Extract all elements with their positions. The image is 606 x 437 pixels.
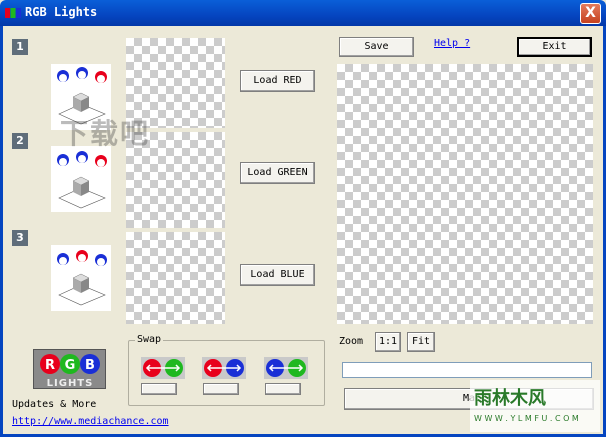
app-icon [5, 8, 21, 18]
window-title: RGB Lights [25, 5, 98, 19]
combined-preview-canvas[interactable] [337, 64, 593, 324]
exit-button[interactable]: Exit [517, 37, 592, 57]
blue-light-thumbnail [51, 245, 111, 311]
zoom-fit-button[interactable]: Fit [407, 332, 435, 352]
swap-blue-green-button[interactable] [265, 383, 301, 395]
swap-legend: Swap [135, 334, 164, 345]
green-light-thumbnail [51, 146, 111, 212]
output-filename-field[interactable] [342, 362, 592, 378]
lights-scene-icon [57, 151, 107, 209]
watermark-top-left: 下载吧 [60, 117, 151, 150]
close-button[interactable]: X [580, 3, 601, 24]
panel-number-3: 3 [12, 230, 28, 246]
panel-number-1: 1 [12, 39, 28, 55]
website-link[interactable]: http://www.mediachance.com [12, 416, 169, 427]
zoom-1-1-button[interactable]: 1:1 [375, 332, 401, 352]
logo-letter-b: B [85, 358, 95, 373]
updates-label: Updates & More [12, 399, 97, 410]
save-button[interactable]: Save [339, 37, 414, 57]
swap-red-green-button[interactable] [141, 383, 177, 395]
help-link[interactable]: Help ? [434, 38, 470, 49]
logo-letter-g: G [65, 358, 76, 373]
watermark-bottom-right: 雨林木风 W W W . Y L M F U . C O M [470, 380, 600, 432]
zoom-label: Zoom [339, 336, 364, 347]
load-green-button[interactable]: Load GREEN [240, 162, 315, 184]
watermark-brand: 雨林木风 [474, 388, 546, 409]
swap-red-blue-button[interactable] [203, 383, 239, 395]
load-blue-button[interactable]: Load BLUE [240, 264, 315, 286]
swap-red-green-icon [141, 357, 185, 379]
swap-blue-green-icon [264, 357, 308, 379]
watermark-url: W W W . Y L M F U . C O M [474, 414, 579, 423]
logo-text: LIGHTS [47, 378, 94, 389]
panel-number-2: 2 [12, 133, 28, 149]
load-red-button[interactable]: Load RED [240, 70, 315, 92]
lights-scene-icon [57, 250, 107, 306]
title-bar: RGB Lights X [0, 0, 606, 26]
blue-channel-preview [126, 232, 225, 324]
logo-letter-r: R [45, 358, 55, 373]
swap-red-blue-icon [202, 357, 246, 379]
rgb-lights-logo: R G B LIGHTS [33, 349, 106, 389]
